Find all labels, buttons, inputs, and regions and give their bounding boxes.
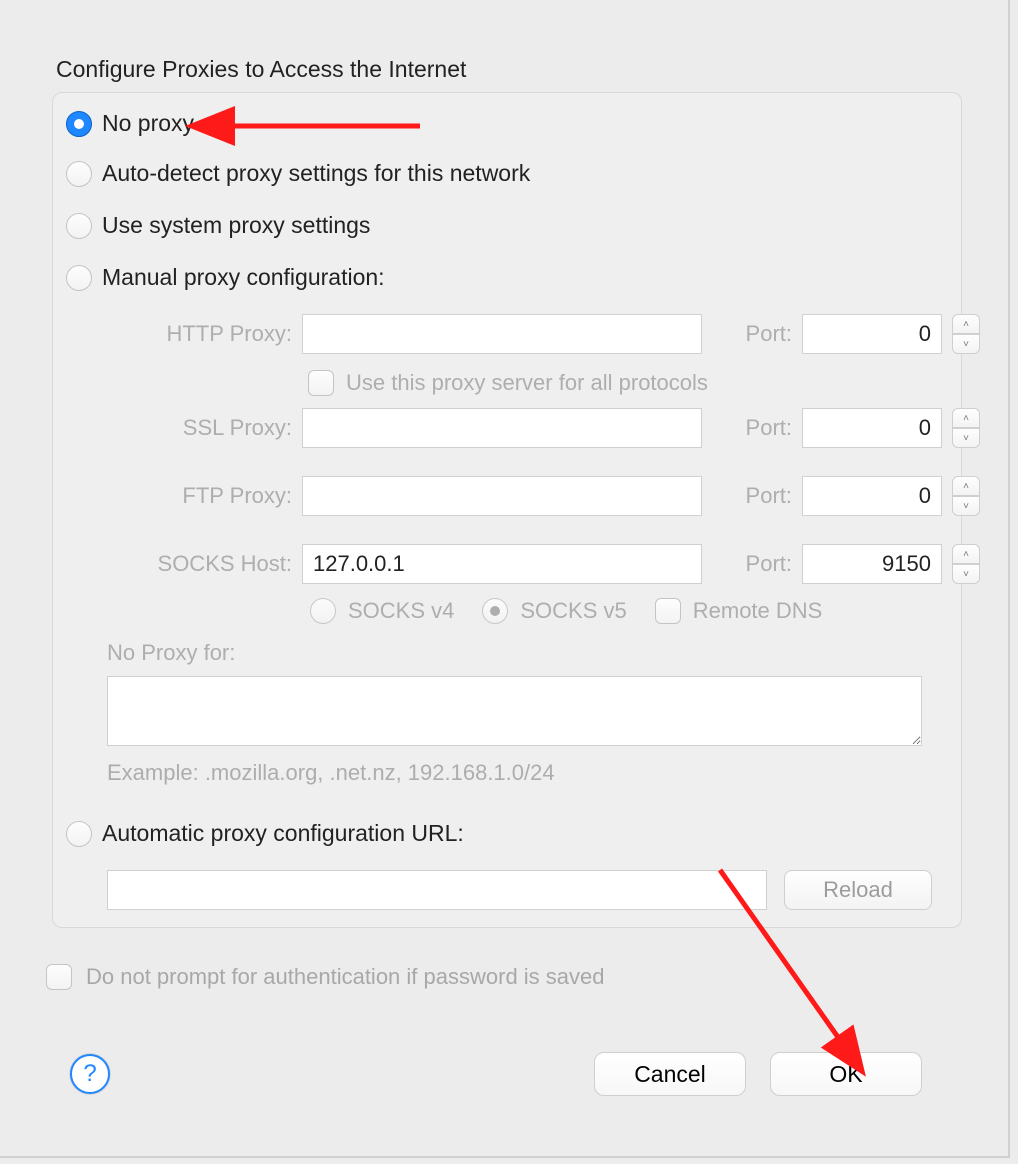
share-all-label: Use this proxy server for all protocols — [346, 370, 708, 396]
radio-socks-v4[interactable] — [310, 598, 336, 624]
radio-pac[interactable] — [66, 821, 92, 847]
ftp-proxy-row: FTP Proxy: Port: ˄ ˅ — [92, 476, 932, 516]
radio-auto-detect[interactable] — [66, 161, 92, 187]
ftp-proxy-label: FTP Proxy: — [92, 483, 292, 509]
no-proxy-example-text: Example: .mozilla.org, .net.nz, 192.168.… — [107, 760, 922, 786]
http-proxy-label: HTTP Proxy: — [92, 321, 292, 347]
no-proxy-for-label: No Proxy for: — [107, 640, 922, 666]
proxy-options-group: No proxy Auto-detect proxy settings for … — [52, 92, 962, 928]
pac-url-input[interactable] — [107, 870, 767, 910]
stepper-down-icon[interactable]: ˅ — [952, 334, 980, 354]
auth-prompt-row[interactable]: Do not prompt for authentication if pass… — [46, 964, 605, 990]
radio-no-proxy[interactable] — [66, 111, 92, 137]
http-proxy-row: HTTP Proxy: Port: ˄ ˅ — [92, 314, 932, 354]
ssl-proxy-port-input[interactable] — [802, 408, 942, 448]
remote-dns-checkbox[interactable] — [655, 598, 681, 624]
reload-button[interactable]: Reload — [784, 870, 932, 910]
radio-system[interactable] — [66, 213, 92, 239]
ssl-proxy-port-label: Port: — [712, 415, 792, 441]
radio-row-no-proxy[interactable]: No proxy — [66, 110, 194, 137]
socks-host-input[interactable] — [302, 544, 702, 584]
section-heading: Configure Proxies to Access the Internet — [56, 56, 466, 83]
label-socks-v4: SOCKS v4 — [348, 598, 454, 624]
http-port-stepper[interactable]: ˄ ˅ — [952, 314, 980, 354]
socks-version-row: SOCKS v4 SOCKS v5 Remote DNS — [310, 598, 822, 624]
radio-label-manual: Manual proxy configuration: — [102, 264, 385, 291]
socks-host-row: SOCKS Host: Port: ˄ ˅ — [92, 544, 932, 584]
radio-socks-v5[interactable] — [482, 598, 508, 624]
radio-row-pac[interactable]: Automatic proxy configuration URL: — [66, 820, 464, 847]
stepper-up-icon[interactable]: ˄ — [952, 544, 980, 564]
label-remote-dns: Remote DNS — [693, 598, 823, 624]
ssl-port-stepper[interactable]: ˄ ˅ — [952, 408, 980, 448]
socks-port-stepper[interactable]: ˄ ˅ — [952, 544, 980, 584]
http-proxy-port-input[interactable] — [802, 314, 942, 354]
ftp-port-stepper[interactable]: ˄ ˅ — [952, 476, 980, 516]
ok-button[interactable]: OK — [770, 1052, 922, 1096]
radio-manual[interactable] — [66, 265, 92, 291]
radio-label-no-proxy: No proxy — [102, 110, 194, 137]
stepper-down-icon[interactable]: ˅ — [952, 496, 980, 516]
stepper-down-icon[interactable]: ˅ — [952, 428, 980, 448]
stepper-up-icon[interactable]: ˄ — [952, 476, 980, 496]
no-proxy-for-textarea[interactable] — [107, 676, 922, 746]
cancel-button[interactable]: Cancel — [594, 1052, 746, 1096]
ftp-proxy-host-input[interactable] — [302, 476, 702, 516]
auth-prompt-checkbox[interactable] — [46, 964, 72, 990]
share-all-checkbox[interactable] — [308, 370, 334, 396]
stepper-down-icon[interactable]: ˅ — [952, 564, 980, 584]
socks-port-label: Port: — [712, 551, 792, 577]
radio-row-system[interactable]: Use system proxy settings — [66, 212, 370, 239]
help-button[interactable]: ? — [70, 1054, 110, 1094]
auth-prompt-label: Do not prompt for authentication if pass… — [86, 964, 605, 990]
radio-row-manual[interactable]: Manual proxy configuration: — [66, 264, 385, 291]
radio-label-system: Use system proxy settings — [102, 212, 370, 239]
http-proxy-port-label: Port: — [712, 321, 792, 347]
label-socks-v5: SOCKS v5 — [520, 598, 626, 624]
radio-label-pac: Automatic proxy configuration URL: — [102, 820, 464, 847]
ftp-proxy-port-input[interactable] — [802, 476, 942, 516]
radio-row-auto-detect[interactable]: Auto-detect proxy settings for this netw… — [66, 160, 530, 187]
radio-label-auto-detect: Auto-detect proxy settings for this netw… — [102, 160, 530, 187]
socks-host-label: SOCKS Host: — [92, 551, 292, 577]
share-proxy-all-row[interactable]: Use this proxy server for all protocols — [308, 370, 708, 396]
ssl-proxy-row: SSL Proxy: Port: ˄ ˅ — [92, 408, 932, 448]
ssl-proxy-label: SSL Proxy: — [92, 415, 292, 441]
no-proxy-for-section: No Proxy for: Example: .mozilla.org, .ne… — [107, 640, 922, 786]
http-proxy-host-input[interactable] — [302, 314, 702, 354]
stepper-up-icon[interactable]: ˄ — [952, 408, 980, 428]
proxy-settings-dialog: Configure Proxies to Access the Internet… — [0, 0, 1010, 1158]
ssl-proxy-host-input[interactable] — [302, 408, 702, 448]
socks-port-input[interactable] — [802, 544, 942, 584]
stepper-up-icon[interactable]: ˄ — [952, 314, 980, 334]
ftp-proxy-port-label: Port: — [712, 483, 792, 509]
